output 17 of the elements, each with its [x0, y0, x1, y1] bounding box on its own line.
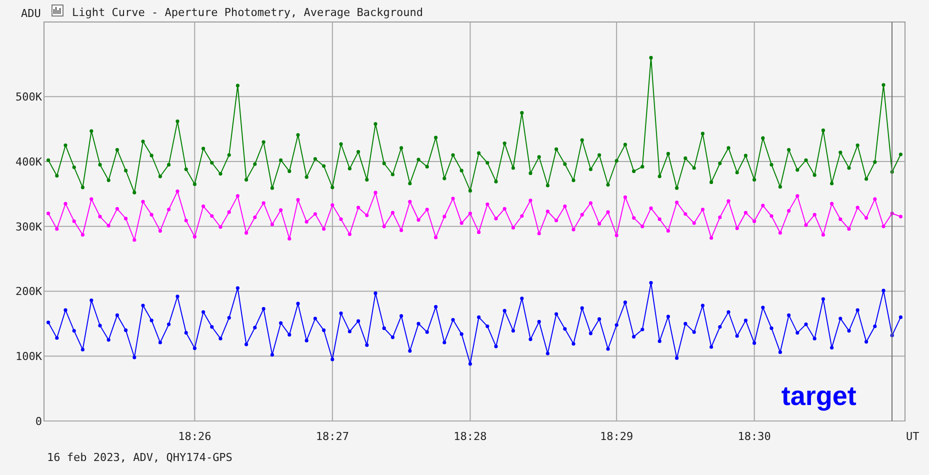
x-axis-unit: UT: [906, 430, 920, 443]
y-tick-label: 100K: [16, 350, 42, 364]
window-title: Light Curve - Aperture Photometry, Average Background: [72, 6, 423, 19]
x-tick-label: 18:26: [178, 430, 212, 443]
x-tick-label: 18:29: [600, 430, 634, 443]
x-tick-label: 18:28: [454, 430, 487, 443]
y-axis-unit: ADU: [21, 7, 41, 20]
y-tick-label: 300K: [16, 220, 42, 234]
y-tick-label: 0: [35, 415, 42, 428]
chart-icon: [52, 4, 64, 16]
y-tick-label: 500K: [16, 90, 42, 104]
x-tick-label: 18:30: [738, 430, 771, 443]
series-label: target: [781, 381, 856, 411]
y-tick-label: 200K: [16, 285, 42, 298]
x-tick-label: 18:27: [316, 430, 349, 443]
y-tick-label: 400K: [16, 156, 42, 168]
footer-text: 16 feb 2023, ADV, QHY174-GPS: [47, 451, 232, 464]
